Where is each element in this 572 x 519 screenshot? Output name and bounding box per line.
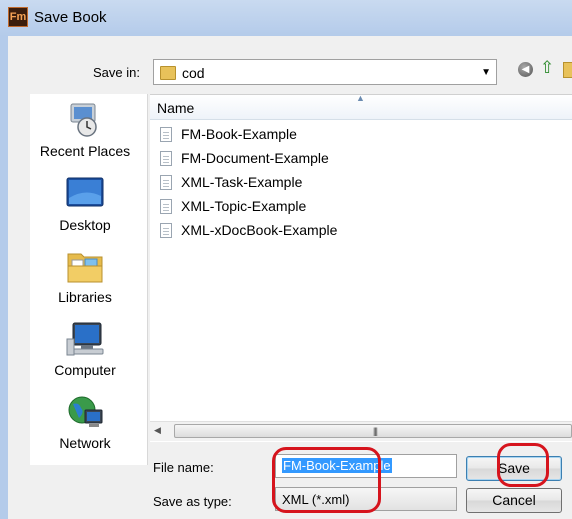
window-frame: [0, 36, 8, 519]
column-header-name[interactable]: ▲ Name: [150, 93, 572, 120]
recent-places-icon: [65, 100, 105, 140]
framemaker-app-icon: Fm: [8, 7, 28, 27]
place-label: Computer: [54, 362, 116, 378]
place-computer[interactable]: Computer: [30, 319, 140, 378]
save-in-label: Save in:: [93, 65, 140, 80]
place-label: Libraries: [58, 289, 112, 305]
document-icon: [160, 199, 172, 214]
file-name: FM-Document-Example: [181, 150, 329, 166]
save-in-value: cod: [182, 65, 205, 81]
libraries-icon: [65, 246, 105, 286]
cancel-button[interactable]: Cancel: [466, 488, 562, 513]
column-header-label: Name: [157, 100, 195, 116]
back-icon[interactable]: ◀: [518, 62, 533, 77]
new-folder-icon[interactable]: [563, 62, 572, 78]
file-list[interactable]: ▲ Name FM-Book-Example FM-Document-Examp…: [150, 93, 572, 442]
grip-icon: |||: [373, 426, 378, 436]
window-title: Save Book: [34, 9, 107, 26]
place-desktop[interactable]: Desktop: [30, 174, 140, 233]
desktop-icon: [65, 174, 105, 214]
file-name: FM-Book-Example: [181, 126, 297, 142]
place-label: Network: [59, 435, 111, 451]
up-folder-icon[interactable]: ⇧: [540, 58, 554, 78]
scrollbar-thumb[interactable]: |||: [174, 424, 572, 438]
folder-icon: [160, 66, 176, 80]
place-network[interactable]: Network: [30, 392, 140, 451]
document-icon: [160, 127, 172, 142]
file-name-label: File name:: [153, 460, 214, 475]
chevron-down-icon[interactable]: ▼: [481, 67, 491, 78]
document-icon: [160, 151, 172, 166]
scroll-left-icon[interactable]: ◀: [154, 425, 161, 436]
sort-ascending-icon: ▲: [356, 93, 365, 103]
computer-icon: [65, 319, 105, 359]
horizontal-scrollbar[interactable]: ◀ |||: [150, 421, 572, 441]
annotation-circle-file-name: [272, 447, 381, 513]
network-icon: [65, 392, 105, 432]
place-label: Desktop: [59, 217, 111, 233]
save-as-type-label: Save as type:: [153, 494, 232, 509]
document-icon: [160, 175, 172, 190]
places-bar: Recent Places Desktop Libraries Computer…: [30, 94, 148, 465]
file-name: XML-xDocBook-Example: [181, 222, 338, 238]
save-in-dropdown[interactable]: cod ▼: [153, 59, 497, 85]
annotation-circle-save: [497, 443, 549, 487]
place-label: Recent Places: [39, 143, 131, 159]
file-name: XML-Task-Example: [181, 174, 303, 190]
place-recent-places[interactable]: Recent Places: [30, 100, 140, 159]
place-libraries[interactable]: Libraries: [30, 246, 140, 305]
document-icon: [160, 223, 172, 238]
file-name: XML-Topic-Example: [181, 198, 307, 214]
title-bar: Fm Save Book: [0, 0, 572, 37]
